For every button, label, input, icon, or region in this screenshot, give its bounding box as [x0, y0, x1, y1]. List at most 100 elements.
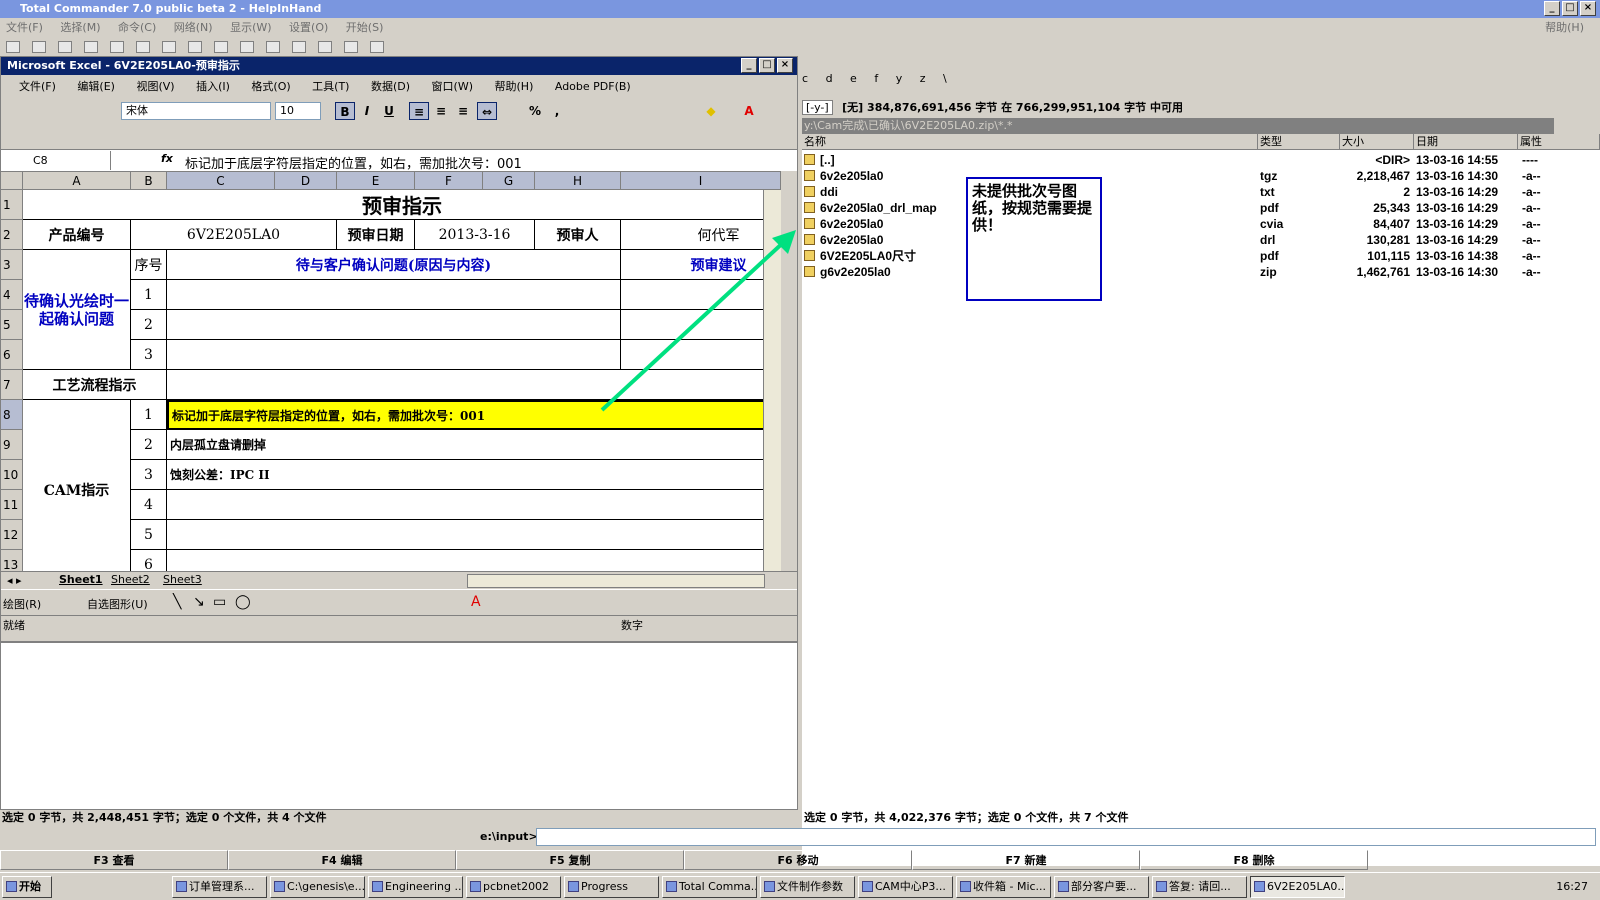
- font-size-combo[interactable]: 10: [275, 102, 321, 120]
- tc-menu-help[interactable]: 帮助(H): [1545, 18, 1584, 38]
- f6-move-button[interactable]: F6 移动: [684, 850, 912, 870]
- view-icon[interactable]: [32, 41, 46, 53]
- percent-icon[interactable]: %: [525, 102, 545, 120]
- horizontal-scrollbar[interactable]: [467, 574, 765, 588]
- tc-menu-commands[interactable]: 命令(C): [118, 21, 156, 34]
- row-header[interactable]: 12: [1, 520, 23, 550]
- column-header[interactable]: F: [415, 172, 483, 190]
- product-label-cell[interactable]: 产品编号: [23, 220, 131, 250]
- rectangle-icon[interactable]: ▭: [213, 594, 226, 610]
- excel-menu-window[interactable]: 窗口(W): [432, 80, 473, 93]
- thumbnail-icon[interactable]: [84, 41, 98, 53]
- select-all-corner[interactable]: [1, 172, 23, 190]
- col-attr[interactable]: 属性: [1518, 134, 1600, 150]
- arrow-icon[interactable]: ↘: [193, 594, 205, 610]
- column-header[interactable]: B: [131, 172, 167, 190]
- cam-seq-cell[interactable]: 2: [131, 430, 167, 460]
- tc-menu-file[interactable]: 文件(F): [6, 21, 43, 34]
- drive-y[interactable]: y: [896, 72, 903, 85]
- excel-menu-adobe[interactable]: Adobe PDF(B): [555, 80, 631, 93]
- row-header[interactable]: 4: [1, 280, 23, 310]
- excel-menu-format[interactable]: 格式(O): [251, 80, 290, 93]
- tab-sheet1[interactable]: Sheet1: [59, 573, 103, 586]
- taskbar-button[interactable]: 6V2E205LA0...: [1250, 876, 1345, 898]
- font-combo[interactable]: 宋体: [121, 102, 271, 120]
- tc-menu-show[interactable]: 显示(W): [230, 21, 271, 34]
- row-header[interactable]: 2: [1, 220, 23, 250]
- excel-menu-help[interactable]: 帮助(H): [495, 80, 534, 93]
- back-icon[interactable]: [136, 41, 150, 53]
- seq-cell[interactable]: 3: [131, 340, 167, 370]
- file-row[interactable]: [..] <DIR> 13-03-16 14:55 ----: [802, 152, 1592, 168]
- col-size[interactable]: 大小: [1340, 134, 1414, 150]
- drive-c[interactable]: c: [802, 72, 808, 85]
- issue-header-cell[interactable]: 待与客户确认问题(原因与内容): [167, 250, 621, 280]
- maximize-button[interactable]: □: [1562, 1, 1578, 16]
- taskbar-button[interactable]: Progress: [564, 876, 659, 898]
- row-header[interactable]: 13: [1, 550, 23, 571]
- col-date[interactable]: 日期: [1414, 134, 1518, 150]
- drive-combo[interactable]: [-y-]: [802, 100, 833, 115]
- row-header[interactable]: 1: [1, 190, 23, 220]
- tab-nav-icon[interactable]: ◂ ▸: [7, 574, 22, 587]
- taskbar-button[interactable]: Total Comma...: [662, 876, 757, 898]
- fx-icon[interactable]: fx: [161, 152, 173, 165]
- tree-icon[interactable]: [58, 41, 72, 53]
- file-row[interactable]: 6v2e205la0 tgz 2,218,467 13-03-16 14:30 -a--: [802, 168, 1592, 184]
- pack-icon[interactable]: [188, 41, 202, 53]
- f7-new-button[interactable]: F7 新建: [912, 850, 1140, 870]
- cam-label-cell[interactable]: CAM指示: [23, 400, 131, 571]
- taskbar-button[interactable]: 答复: 请回...: [1152, 876, 1247, 898]
- col-type[interactable]: 类型: [1258, 134, 1340, 150]
- file-row[interactable]: 6v2e205la0 cvia 84,407 13-03-16 14:29 -a--: [802, 216, 1592, 232]
- f5-copy-button[interactable]: F5 复制: [456, 850, 684, 870]
- taskbar-button[interactable]: 文件制作参数: [760, 876, 855, 898]
- taskbar-button[interactable]: pcbnet2002: [466, 876, 561, 898]
- sheet-title-cell[interactable]: 预审指示: [23, 190, 781, 220]
- file-row[interactable]: g6v2e205la0 zip 1,462,761 13-03-16 14:30 -a-…: [802, 264, 1592, 280]
- drive-f[interactable]: f: [874, 72, 878, 85]
- drive-d[interactable]: d: [826, 72, 833, 85]
- seq-cell[interactable]: 1: [131, 280, 167, 310]
- unpack-icon[interactable]: [214, 41, 228, 53]
- drive-network[interactable]: \: [943, 72, 947, 85]
- tab-sheet2[interactable]: Sheet2: [111, 573, 150, 586]
- col-name[interactable]: 名称: [802, 134, 1258, 150]
- draw-menu[interactable]: 绘图(R): [3, 596, 41, 612]
- tab-sheet3[interactable]: Sheet3: [163, 573, 202, 586]
- cam-seq-cell[interactable]: 4: [131, 490, 167, 520]
- row-header[interactable]: 5: [1, 310, 23, 340]
- row-header[interactable]: 8: [1, 400, 23, 430]
- excel-menu-insert[interactable]: 插入(I): [196, 80, 230, 93]
- file-row[interactable]: 6v2e205la0 drl 130,281 13-03-16 14:29 -a--: [802, 232, 1592, 248]
- column-header[interactable]: G: [483, 172, 535, 190]
- row-header[interactable]: 11: [1, 490, 23, 520]
- date-label-cell[interactable]: 预审日期: [337, 220, 415, 250]
- taskbar-button[interactable]: Engineering ...: [368, 876, 463, 898]
- tc-menu-config[interactable]: 设置(O): [289, 21, 328, 34]
- close-button[interactable]: ×: [1580, 1, 1596, 16]
- cam-item-cell[interactable]: 内层孤立盘请删掉: [167, 430, 781, 460]
- rename-icon[interactable]: [318, 41, 332, 53]
- fill-color-icon[interactable]: ◆: [701, 102, 721, 120]
- f4-edit-button[interactable]: F4 编辑: [228, 850, 456, 870]
- align-left-icon[interactable]: ≡: [409, 102, 429, 120]
- file-row[interactable]: ddi txt 2 13-03-16 14:29 -a--: [802, 184, 1592, 200]
- f3-view-button[interactable]: F3 查看: [0, 850, 228, 870]
- find-icon[interactable]: [292, 41, 306, 53]
- excel-menu-edit[interactable]: 编辑(E): [77, 80, 115, 93]
- excel-menu-view[interactable]: 视图(V): [136, 80, 174, 93]
- font-color-draw-icon[interactable]: A: [471, 594, 481, 610]
- forward-icon[interactable]: [162, 41, 176, 53]
- process-label-cell[interactable]: 工艺流程指示: [23, 370, 167, 400]
- url-icon[interactable]: [266, 41, 280, 53]
- confirm-group-cell[interactable]: 待确认光绘时一起确认问题: [23, 250, 131, 370]
- row-header[interactable]: 9: [1, 430, 23, 460]
- formula-input[interactable]: 标记加于底层字符层指定的位置，如右，需加批次号：001: [185, 153, 522, 172]
- font-color-icon[interactable]: A: [739, 102, 759, 120]
- taskbar-button[interactable]: 收件箱 - Mic...: [956, 876, 1051, 898]
- bold-button[interactable]: B: [335, 102, 355, 120]
- row-header[interactable]: 6: [1, 340, 23, 370]
- cam-seq-cell[interactable]: 5: [131, 520, 167, 550]
- taskbar-button[interactable]: C:\genesis\e...: [270, 876, 365, 898]
